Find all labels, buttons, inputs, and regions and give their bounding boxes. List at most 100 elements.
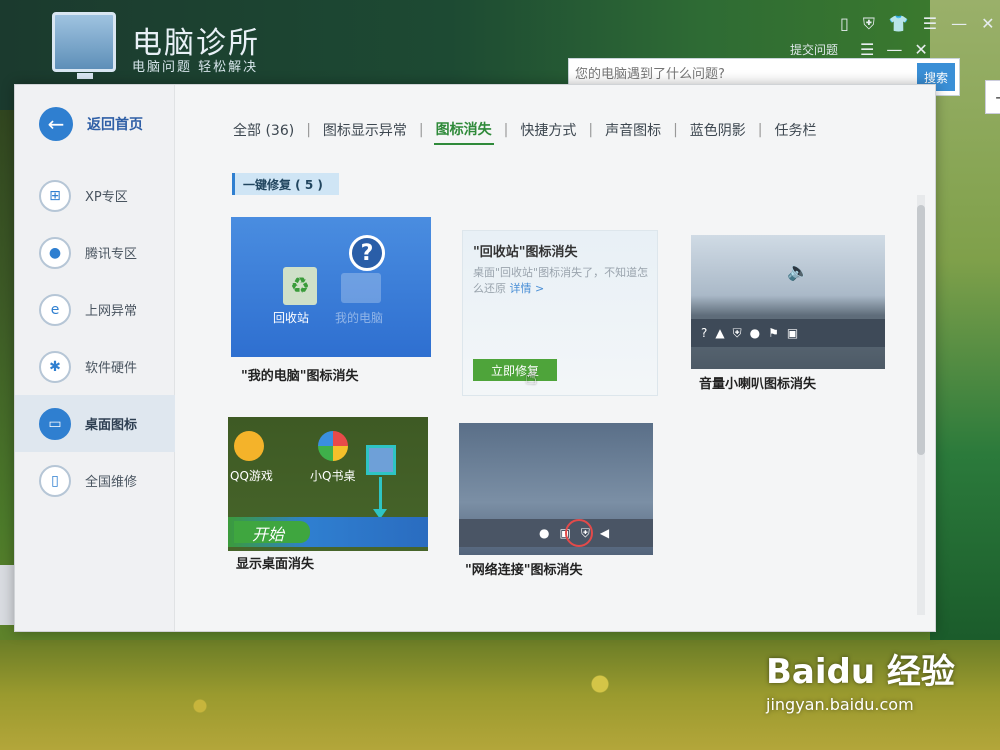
gear-icon: ✱: [39, 350, 71, 383]
tab-separator: |: [503, 122, 509, 138]
tab-icon-missing[interactable]: 图标消失: [433, 115, 494, 145]
tray-arrow-icon: ▲: [715, 326, 725, 340]
menu-icon[interactable]: ☰: [923, 14, 937, 34]
fix-card-recycle-bin[interactable]: "回收站"图标消失 桌面"回收站"图标消失了，不知道怎么还原 详情 > 立即修复…: [462, 230, 658, 396]
card-description: 桌面"回收站"图标消失了，不知道怎么还原 详情 >: [473, 266, 649, 295]
feedback-link[interactable]: 提交问题: [790, 41, 838, 58]
fix-card-volume[interactable]: 🔈 ? ▲ ⛨ ● ⚑ ▣ 音量小喇叭图标消失: [691, 235, 885, 405]
qq-game-icon: [234, 431, 264, 461]
icon-label: 我的电脑: [335, 311, 384, 325]
exit-icon[interactable]: ⇥: [985, 80, 1000, 114]
icon-label: 回收站: [273, 311, 310, 325]
fix-card-show-desktop[interactable]: QQ游戏 小Q书桌 开始 显示桌面消失: [228, 417, 428, 577]
tab-shortcut[interactable]: 快捷方式: [518, 116, 578, 144]
top-icon-bar: ▯ ⛨ 👕 ☰ — ✕: [840, 14, 995, 34]
card-detail-panel: "回收站"图标消失 桌面"回收站"图标消失了，不知道怎么还原 详情 > 立即修复…: [462, 230, 658, 396]
windows-icon: ⊞: [39, 179, 71, 212]
baidu-watermark: Baidu 经验 jingyan.baidu.com: [766, 644, 955, 714]
tab-icon-display[interactable]: 图标显示异常: [321, 116, 409, 144]
tab-blue-shadow[interactable]: 蓝色阴影: [688, 116, 748, 144]
minimize-icon[interactable]: —: [886, 40, 902, 59]
shield-icon: ⛨: [732, 325, 742, 340]
icon-label: QQ游戏: [230, 469, 273, 483]
card-thumbnail: QQ游戏 小Q书桌 开始: [228, 417, 428, 551]
card-thumbnail: 🔈 ? ▲ ⛨ ● ⚑ ▣: [691, 235, 885, 369]
minimize-icon[interactable]: —: [951, 14, 967, 34]
sidebar-item-desktop-icons[interactable]: ▭ 桌面图标: [15, 395, 175, 452]
system-tray: ● ▣ ⛨ ◀: [459, 519, 653, 547]
sidebar-item-software[interactable]: ✱ 软件硬件: [15, 338, 175, 395]
sidebar-item-label: 腾讯专区: [85, 247, 138, 262]
card-thumbnail: ● ▣ ⛨ ◀: [459, 423, 653, 555]
watermark-logo: Baidu 经验: [766, 652, 955, 692]
search-input[interactable]: [575, 67, 875, 82]
qq-penguin-icon: ●: [539, 526, 550, 540]
section-label: 一键修复 ( 5 ): [232, 173, 339, 195]
sidebar-item-label: 桌面图标: [85, 418, 138, 433]
pinwheel-icon: [318, 431, 348, 461]
fix-card-network[interactable]: ● ▣ ⛨ ◀ "网络连接"图标消失: [459, 423, 653, 583]
show-desktop-icon: [366, 445, 396, 475]
app-logo-icon: [52, 12, 116, 79]
arrow-down-icon: [379, 477, 382, 513]
scrollbar[interactable]: [917, 195, 925, 615]
tab-taskbar[interactable]: 任务栏: [773, 116, 819, 144]
main-panel: ← 返回首页 ⊞ XP专区 ● 腾讯专区 e 上网异常 ✱ 软件硬件 ▭ 桌面图…: [14, 84, 936, 632]
back-home-label: 返回首页: [87, 117, 143, 133]
speaker-icon: 🔈: [787, 261, 810, 282]
start-bar: 开始: [228, 517, 428, 547]
sidebar-item-xp[interactable]: ⊞ XP专区: [15, 167, 175, 224]
start-button-label: 开始: [234, 521, 310, 544]
sidebar-item-repair[interactable]: ▯ 全国维修: [15, 452, 175, 509]
fix-card-my-computer[interactable]: ♻ 回收站 ? 我的电脑 "我的电脑"图标消失: [231, 217, 431, 387]
highlight-circle: [565, 519, 593, 547]
flag-icon: ⚑: [768, 326, 779, 340]
recycle-bin-icon: ♻: [283, 267, 317, 305]
tab-all[interactable]: 全部 (36): [231, 116, 296, 144]
card-caption: 显示桌面消失: [236, 557, 315, 572]
sidebar-item-label: XP专区: [85, 190, 128, 205]
sidebar-item-network[interactable]: e 上网异常: [15, 281, 175, 338]
sidebar-item-label: 全国维修: [85, 475, 138, 490]
system-tray: ? ▲ ⛨ ● ⚑ ▣: [691, 319, 885, 347]
close-icon[interactable]: ✕: [981, 14, 994, 34]
icon-label: 小Q书桌: [310, 469, 356, 483]
menu-icon[interactable]: ☰: [860, 40, 874, 59]
sidebar-item-tencent[interactable]: ● 腾讯专区: [15, 224, 175, 281]
tab-separator: |: [418, 122, 424, 138]
shirt-icon[interactable]: 👕: [889, 14, 909, 34]
tab-separator: |: [306, 122, 311, 138]
scroll-thumb[interactable]: [917, 205, 925, 455]
tab-separator: |: [757, 122, 763, 138]
back-home-button[interactable]: ← 返回首页: [39, 107, 143, 141]
qq-penguin-icon: ●: [39, 236, 71, 269]
app-header: 电脑诊所 电脑问题 轻松解决 ▯ ⛨ 👕 ☰ — ✕ 提交问题 ☰ — ✕ 搜索…: [40, 8, 1000, 114]
speaker-icon: ◀: [599, 526, 610, 540]
tab-bar: 全部 (36) | 图标显示异常 | 图标消失 | 快捷方式 | 声音图标 | …: [231, 115, 819, 145]
card-thumbnail: ♻ 回收站 ? 我的电脑: [231, 217, 431, 357]
fix-now-button[interactable]: 立即修复: [473, 359, 557, 381]
phone-icon[interactable]: ▯: [840, 14, 849, 34]
tab-separator: |: [673, 122, 678, 138]
qq-penguin-icon: ●: [749, 326, 761, 340]
arrow-left-icon: ←: [39, 107, 73, 141]
shield-icon[interactable]: ⛨: [863, 14, 875, 34]
close-icon[interactable]: ✕: [914, 40, 927, 59]
ie-icon: e: [39, 293, 71, 326]
hand-cursor-icon: ☝: [525, 365, 538, 389]
network-icon: ▣: [786, 326, 799, 340]
card-title: "回收站"图标消失: [473, 245, 578, 260]
window-controls: 提交问题 ☰ — ✕: [790, 40, 928, 59]
card-caption: 音量小喇叭图标消失: [699, 377, 817, 392]
question-icon: ?: [349, 235, 385, 271]
help-icon: ?: [701, 326, 708, 340]
card-caption: "网络连接"图标消失: [465, 563, 583, 578]
sidebar-item-label: 上网异常: [85, 304, 138, 319]
details-link[interactable]: 详情 >: [510, 282, 545, 295]
monitor-icon: ▭: [39, 407, 71, 440]
sidebar-item-label: 软件硬件: [85, 361, 138, 376]
sidebar-list: ⊞ XP专区 ● 腾讯专区 e 上网异常 ✱ 软件硬件 ▭ 桌面图标 ▯ 全国维…: [15, 167, 175, 509]
phone-icon: ▯: [39, 464, 71, 497]
app-subtitle: 电脑问题 轻松解决: [132, 60, 259, 75]
tab-sound-icon[interactable]: 声音图标: [603, 116, 663, 144]
